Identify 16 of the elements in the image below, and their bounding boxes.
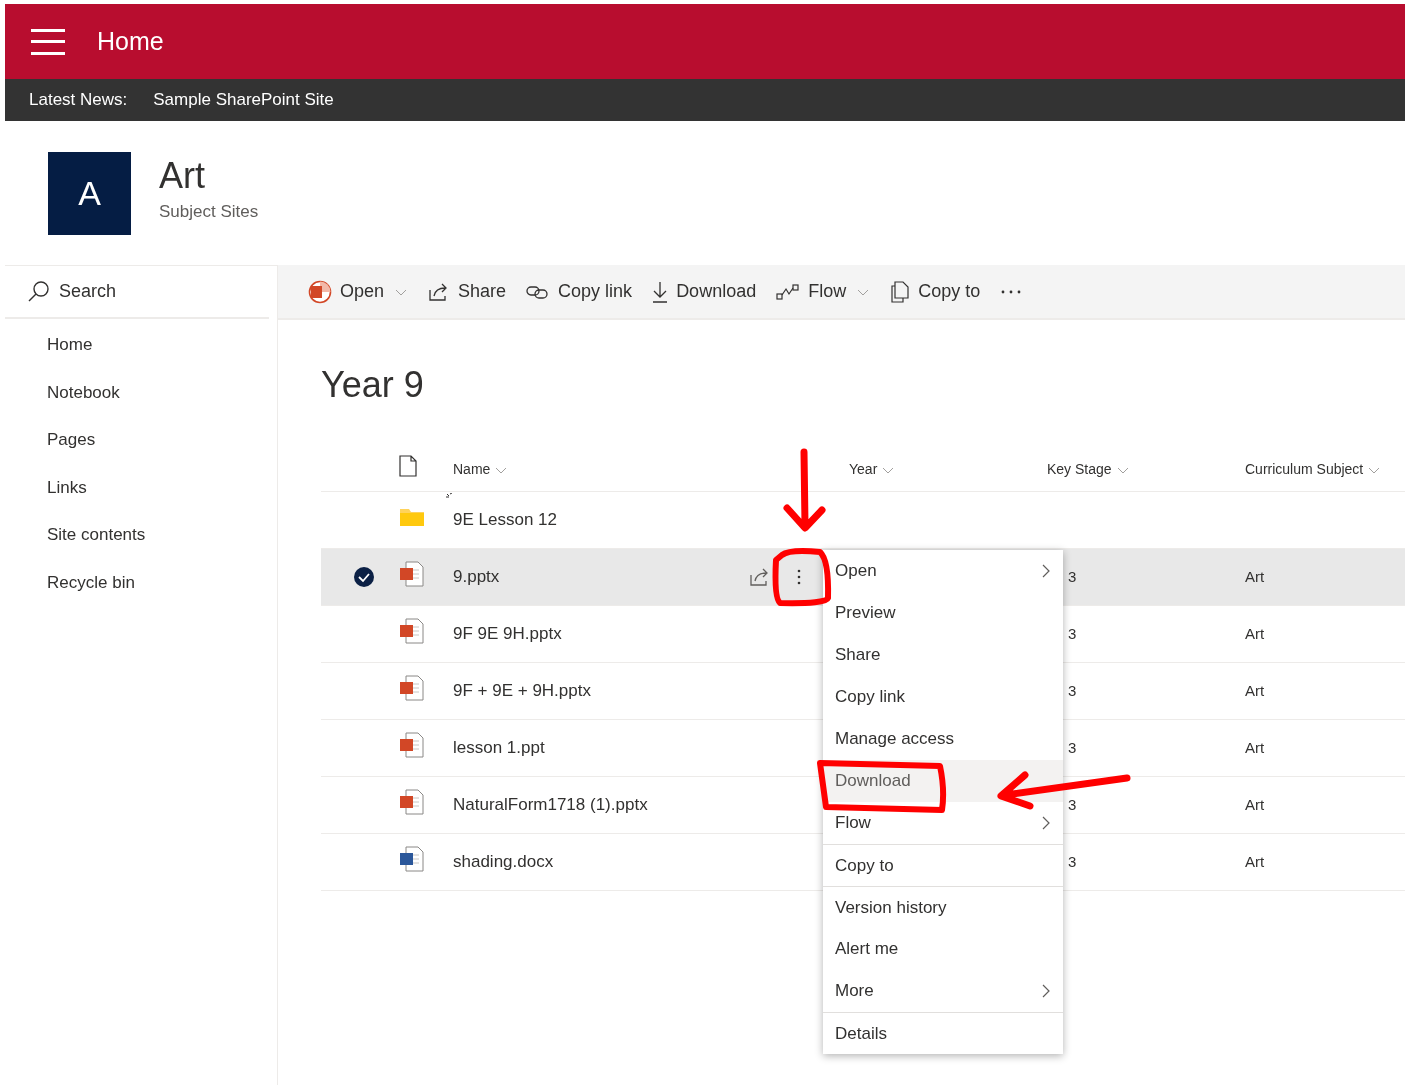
table-cell: 3 <box>1068 568 1077 585</box>
table-cell: Art <box>1245 796 1265 813</box>
table-cell: 3 <box>1068 682 1077 699</box>
library-title: Year 9 <box>320 363 425 407</box>
site-subtitle: Subject Sites <box>159 201 259 224</box>
table-cell: 3 <box>1068 739 1077 756</box>
table-cell: Art <box>1245 739 1265 756</box>
table-cell: Art <box>1245 625 1265 642</box>
news-label: Latest News: <box>29 89 128 112</box>
table-cell: 3 <box>1068 625 1077 642</box>
table-cell: 3 <box>1068 853 1077 870</box>
table-cell: Art <box>1245 568 1265 585</box>
header-title: Home <box>97 25 164 57</box>
table-cell: 3 <box>1068 796 1077 813</box>
table-cell: Art <box>1245 853 1265 870</box>
table-cell: Art <box>1245 682 1265 699</box>
